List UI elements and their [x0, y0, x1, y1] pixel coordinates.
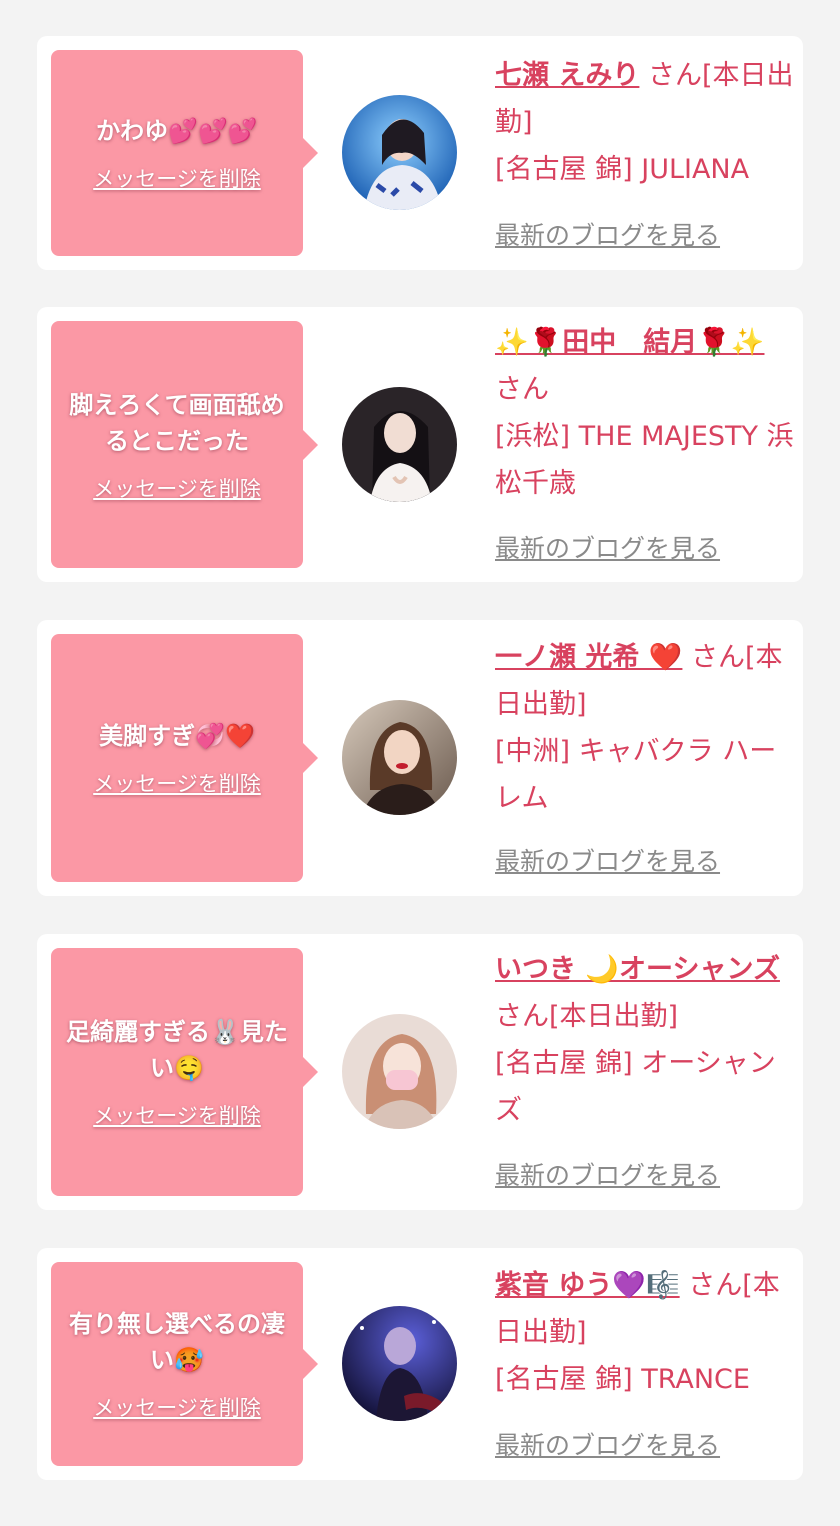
cast-info: 紫音 ゆう💜🎼 さん[本日出勤] [名古屋 錦] TRANCE: [495, 1262, 795, 1403]
message-card: 足綺麗すぎる🐰見たい🤤 メッセージを削除 いつき 🌙オーシャンズ さん[本日出勤…: [37, 934, 803, 1210]
cast-name-link[interactable]: 紫音 ゆう💜🎼: [495, 1270, 680, 1301]
message-bubble: 足綺麗すぎる🐰見たい🤤 メッセージを削除: [51, 948, 318, 1196]
shop-name: [中洲] キャバクラ ハーレム: [495, 736, 777, 814]
avatar[interactable]: [342, 1306, 457, 1421]
avatar[interactable]: [342, 387, 457, 502]
latest-blog-link[interactable]: 最新のブログを見る: [495, 529, 720, 565]
shop-name: [名古屋 錦] TRANCE: [495, 1364, 750, 1395]
message-card: 美脚すぎ💞❤️ メッセージを削除 一ノ瀬 光希 ❤️ さん[本日出勤] [中洲]…: [37, 620, 803, 896]
message-text: 有り無し選べるの凄い🥵: [69, 1310, 285, 1374]
message-list: かわゆ💕💕💕 メッセージを削除 七瀬 えみり さん[本日出勤] [名古屋 錦] …: [0, 0, 840, 1526]
message-bubble: 脚えろくて画面舐めるとこだった メッセージを削除: [51, 321, 318, 568]
delete-message-link[interactable]: メッセージを削除: [93, 163, 261, 193]
cast-info: 七瀬 えみり さん[本日出勤] [名古屋 錦] JULIANA: [495, 52, 795, 193]
message-bubble: 美脚すぎ💞❤️ メッセージを削除: [51, 634, 318, 882]
message-text: かわゆ💕💕💕: [96, 117, 258, 145]
cast-name-link[interactable]: 七瀬 えみり: [495, 60, 639, 91]
message-card: 脚えろくて画面舐めるとこだった メッセージを削除 ✨🌹田中 結月🌹✨ さん [浜…: [37, 307, 803, 582]
delete-message-link[interactable]: メッセージを削除: [93, 473, 261, 503]
message-text: 脚えろくて画面舐めるとこだった: [69, 390, 285, 455]
message-bubble: 有り無し選べるの凄い🥵 メッセージを削除: [51, 1262, 318, 1466]
avatar[interactable]: [342, 95, 457, 210]
latest-blog-link[interactable]: 最新のブログを見る: [495, 842, 720, 878]
message-card: かわゆ💕💕💕 メッセージを削除 七瀬 えみり さん[本日出勤] [名古屋 錦] …: [37, 36, 803, 270]
message-card: 有り無し選べるの凄い🥵 メッセージを削除 紫音 ゆう💜🎼 さん[本日出勤] [名…: [37, 1248, 803, 1480]
cast-status: さん[本日出勤]: [495, 1001, 679, 1032]
shop-name: [名古屋 錦] オーシャンズ: [495, 1048, 776, 1126]
cast-name-link[interactable]: 一ノ瀬 光希 ❤️: [495, 642, 682, 673]
cast-info: 一ノ瀬 光希 ❤️ さん[本日出勤] [中洲] キャバクラ ハーレム: [495, 634, 795, 822]
message-text: 美脚すぎ💞❤️: [99, 722, 255, 750]
cast-name-link[interactable]: いつき 🌙オーシャンズ: [495, 954, 780, 985]
shop-name: [名古屋 錦] JULIANA: [495, 154, 750, 185]
message-text: 足綺麗すぎる🐰見たい🤤: [66, 1018, 288, 1082]
cast-info: いつき 🌙オーシャンズ さん[本日出勤] [名古屋 錦] オーシャンズ: [495, 946, 795, 1134]
delete-message-link[interactable]: メッセージを削除: [93, 768, 261, 798]
avatar[interactable]: [342, 700, 457, 815]
latest-blog-link[interactable]: 最新のブログを見る: [495, 216, 720, 252]
avatar[interactable]: [342, 1014, 457, 1129]
cast-name-link[interactable]: ✨🌹田中 結月🌹✨: [495, 327, 764, 358]
latest-blog-link[interactable]: 最新のブログを見る: [495, 1156, 720, 1192]
message-bubble: かわゆ💕💕💕 メッセージを削除: [51, 50, 318, 256]
shop-name: [浜松] THE MAJESTY 浜松千歳: [495, 421, 794, 499]
latest-blog-link[interactable]: 最新のブログを見る: [495, 1426, 720, 1462]
cast-info: ✨🌹田中 結月🌹✨ さん [浜松] THE MAJESTY 浜松千歳: [495, 319, 795, 507]
delete-message-link[interactable]: メッセージを削除: [93, 1392, 261, 1422]
delete-message-link[interactable]: メッセージを削除: [93, 1100, 261, 1130]
cast-status: さん: [495, 374, 549, 405]
